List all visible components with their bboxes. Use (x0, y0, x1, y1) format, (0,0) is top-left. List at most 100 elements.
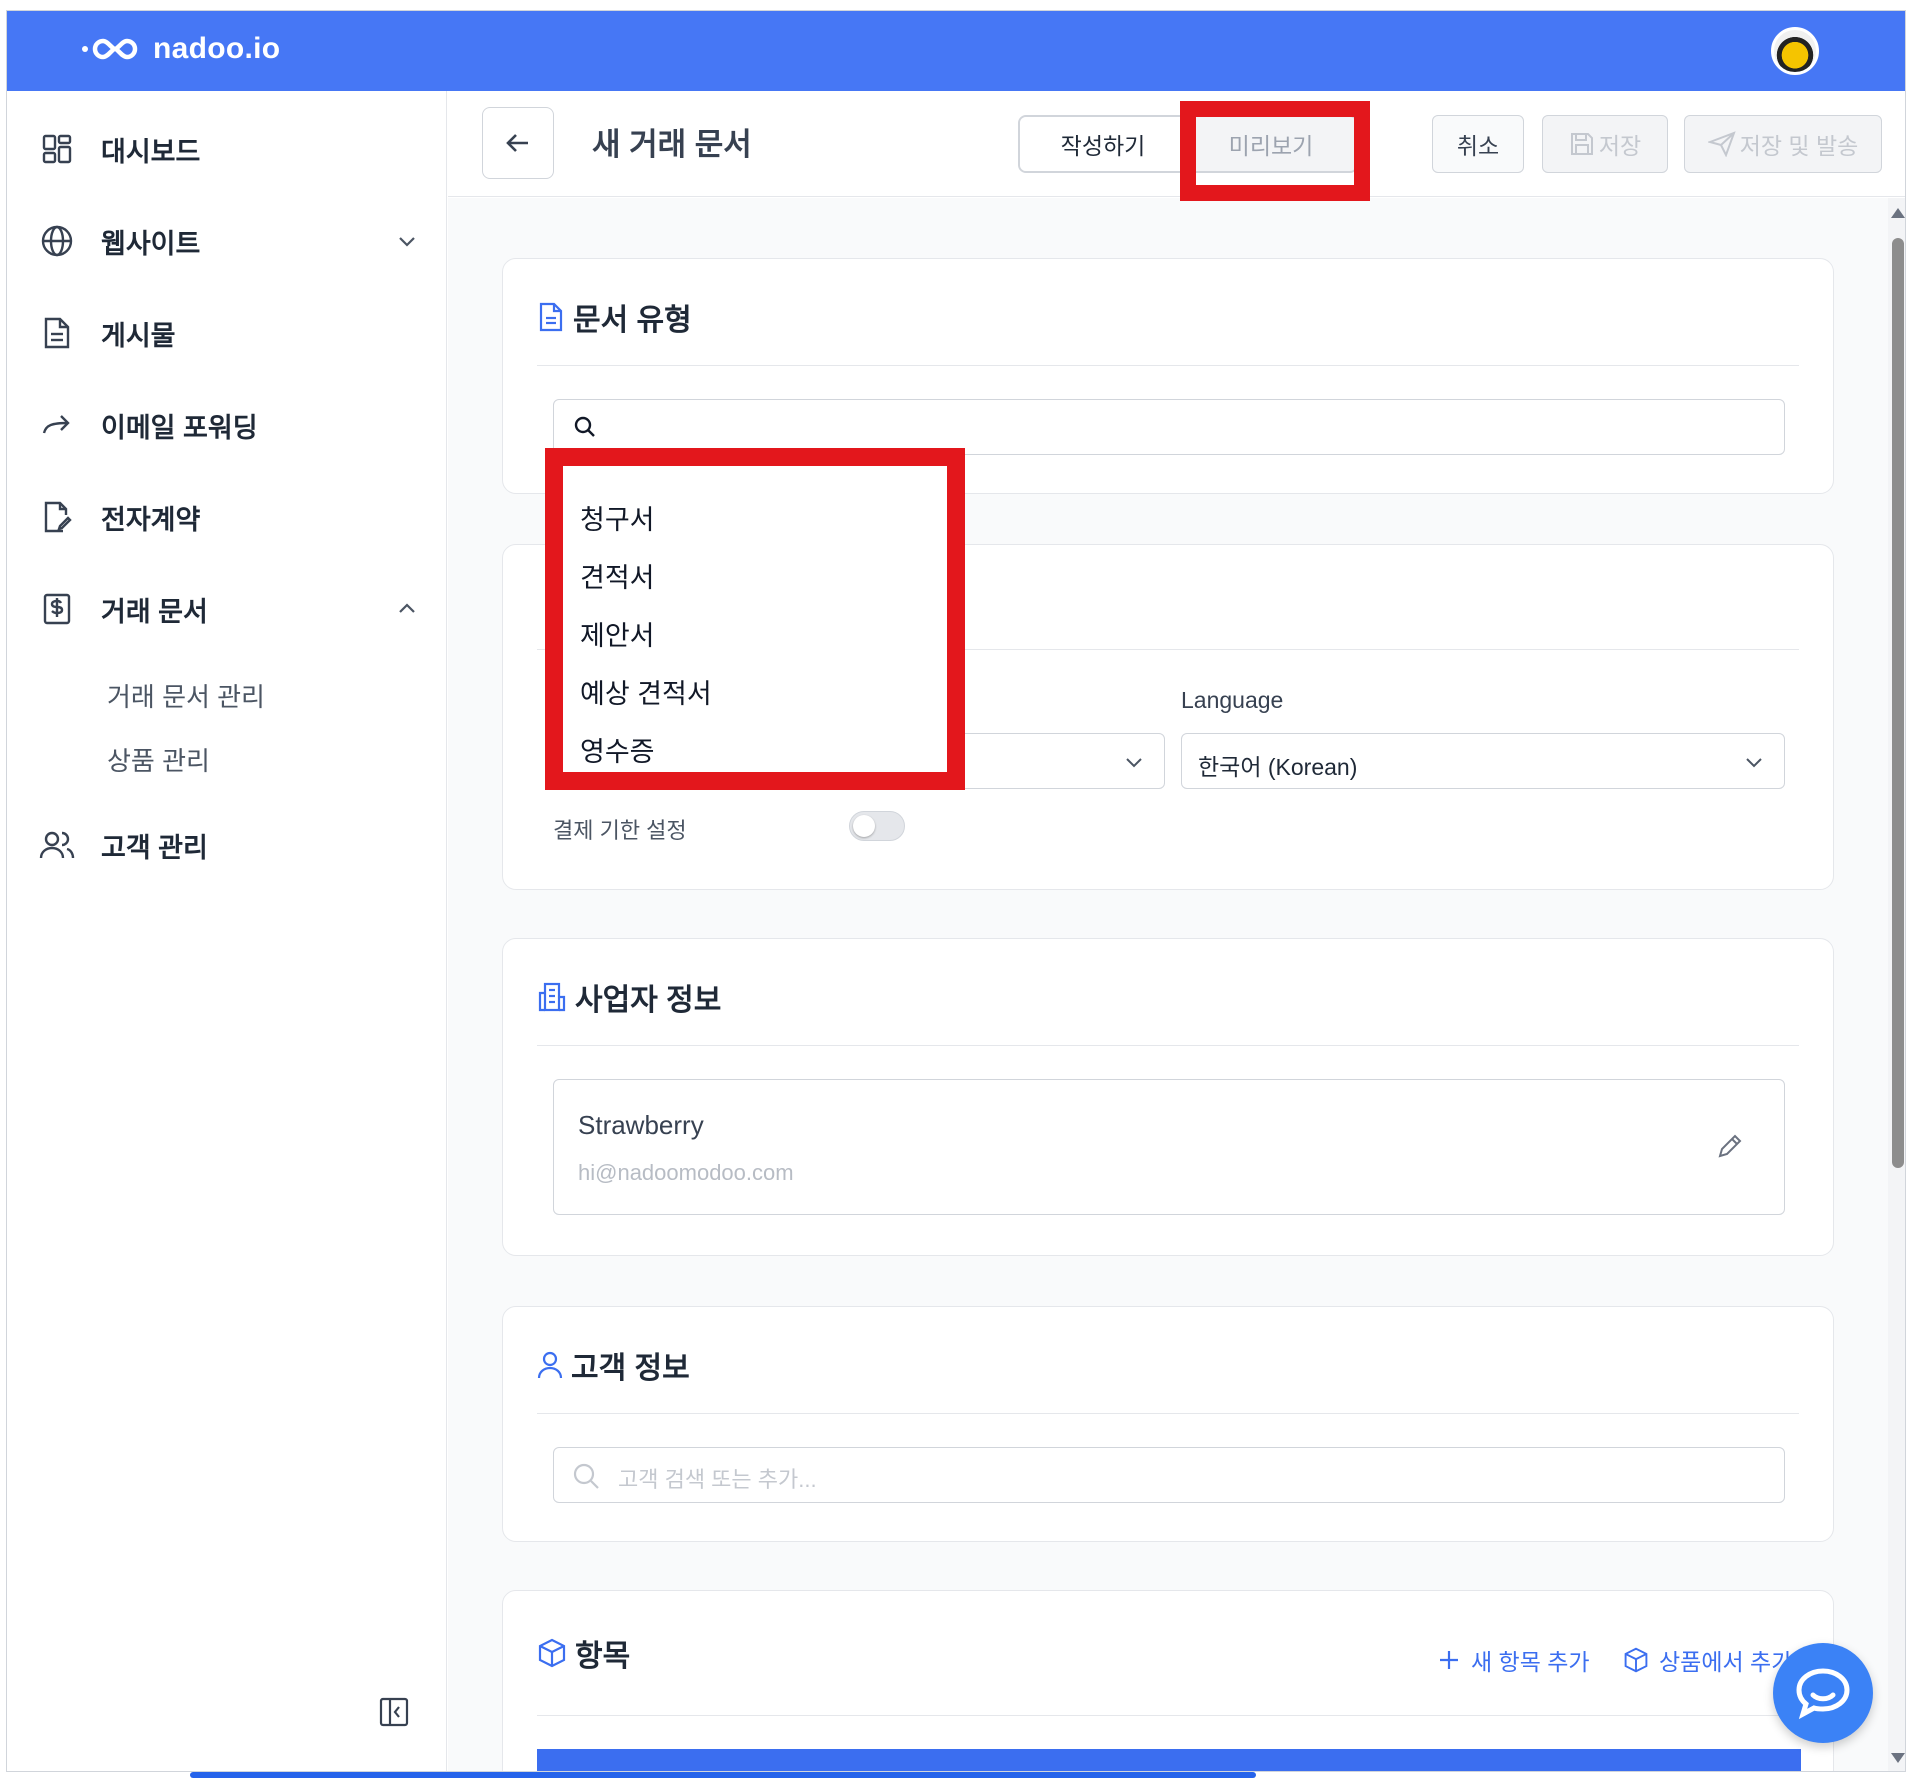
save-and-send-label: 저장 및 발송 (1739, 133, 1859, 159)
due-date-label: 결제 기한 설정 (553, 818, 687, 843)
toggle-knob (853, 815, 875, 837)
plus-icon (1440, 1651, 1458, 1669)
app-window: nadoo.io 대시보드 웹사이트 게시물 이메일 포워딩 전자계약 거래 문… (6, 10, 1906, 1772)
sidebar-item-label: 거래 문서 (101, 596, 208, 627)
language-label: Language (1181, 687, 1284, 713)
page-header: 새 거래 문서 작성하기 미리보기 취소 저장 저장 및 발송 (448, 91, 1905, 197)
top-bar: nadoo.io (7, 11, 1905, 91)
building-icon (538, 982, 566, 1012)
divider (537, 1715, 1799, 1716)
save-button[interactable]: 저장 (1542, 115, 1668, 173)
column-header-unit-price: 단가 (1349, 1767, 1389, 1771)
search-icon (574, 416, 595, 437)
items-table-header: 항목 수량 단가 금액 (537, 1749, 1801, 1771)
customer-info-title: 고객 정보 (537, 1343, 690, 1387)
globe-icon (39, 223, 75, 259)
language-select[interactable]: 한국어 (Korean) (1181, 733, 1785, 789)
business-email: hi@nadoomodoo.com (578, 1160, 794, 1185)
add-from-product-button[interactable]: 상품에서 추가 (1623, 1643, 1792, 1677)
items-title-text: 항목 (575, 1640, 631, 1673)
save-label: 저장 (1598, 133, 1642, 159)
sidebar-item-email-forwarding[interactable]: 이메일 포워딩 (39, 401, 419, 449)
scrollbar-thumb[interactable] (1892, 238, 1904, 1168)
add-new-item-label: 새 항목 추가 (1471, 1649, 1590, 1675)
sidebar-item-label: 대시보드 (101, 136, 201, 167)
sidebar-item-label: 이메일 포워딩 (101, 412, 258, 443)
page-title: 새 거래 문서 (592, 127, 752, 162)
preview-tab-highlight (1180, 101, 1370, 201)
sidebar: 대시보드 웹사이트 게시물 이메일 포워딩 전자계약 거래 문서 거래 문서 관… (7, 91, 447, 1771)
document-icon (539, 302, 563, 332)
send-paper-plane-icon (1707, 131, 1736, 157)
forward-arrow-icon (39, 407, 75, 443)
sidebar-collapse-icon[interactable] (379, 1697, 409, 1727)
logo-text: nadoo.io (153, 32, 281, 65)
customer-info-card: 고객 정보 고객 검색 또는 추가... (502, 1306, 1834, 1542)
dashboard-grid-icon (39, 131, 75, 167)
business-info-box: Strawberry hi@nadoomodoo.com (553, 1079, 1785, 1215)
pencil-edit-icon[interactable] (1716, 1132, 1744, 1160)
chat-support-button[interactable] (1773, 1643, 1873, 1743)
doc-type-title-text: 문서 유형 (573, 304, 692, 337)
contract-sign-icon (39, 499, 75, 535)
sidebar-item-website[interactable]: 웹사이트 (39, 217, 419, 265)
invoice-dollar-icon (39, 591, 75, 627)
customer-search-placeholder: 고객 검색 또는 추가... (618, 1467, 817, 1492)
sidebar-item-dashboard[interactable]: 대시보드 (39, 125, 419, 173)
save-disk-icon (1570, 133, 1593, 155)
logo[interactable]: nadoo.io (79, 31, 280, 67)
divider (537, 365, 1799, 366)
arrow-left-icon (506, 134, 528, 152)
chevron-up-icon[interactable] (395, 597, 419, 621)
sidebar-item-transaction-docs[interactable]: 거래 문서 (39, 585, 419, 633)
cancel-button[interactable]: 취소 (1432, 115, 1524, 173)
items-card: 항목 새 항목 추가 상품에서 추가 항목 수량 단가 금액 (502, 1590, 1834, 1771)
user-icon (537, 1351, 563, 1379)
doc-type-search-input[interactable] (553, 399, 1785, 455)
sidebar-item-label: 고객 관리 (101, 832, 208, 863)
chat-bubble-icon (1796, 1668, 1850, 1720)
main-scrollbar[interactable] (1888, 198, 1905, 1771)
business-info-title: 사업자 정보 (537, 975, 721, 1019)
document-icon (39, 315, 75, 351)
tab-write[interactable]: 작성하기 (1020, 117, 1186, 171)
sidebar-subitem-product-management[interactable]: 상품 관리 (107, 741, 210, 778)
sidebar-item-posts[interactable]: 게시물 (39, 309, 419, 357)
column-header-amount: 금액 (1643, 1767, 1683, 1771)
save-and-send-button[interactable]: 저장 및 발송 (1684, 115, 1882, 173)
back-button[interactable] (482, 107, 554, 179)
business-info-title-text: 사업자 정보 (575, 984, 722, 1017)
user-avatar[interactable] (1771, 27, 1819, 75)
sidebar-item-e-contract[interactable]: 전자계약 (39, 493, 419, 541)
doc-type-title: 문서 유형 (537, 295, 692, 339)
due-date-toggle[interactable] (849, 811, 905, 841)
business-info-card: 사업자 정보 Strawberry hi@nadoomodoo.com (502, 938, 1834, 1256)
divider (537, 1045, 1799, 1046)
package-box-icon (538, 1638, 566, 1668)
chevron-down-icon[interactable] (395, 229, 419, 253)
chevron-down-icon (1126, 758, 1142, 768)
scroll-down-arrow-icon[interactable] (1891, 1753, 1905, 1763)
sidebar-item-customers[interactable]: 고객 관리 (39, 821, 419, 869)
chevron-down-icon (1746, 758, 1762, 768)
sidebar-item-label: 게시물 (101, 320, 176, 351)
add-new-item-button[interactable]: 새 항목 추가 (1437, 1643, 1590, 1677)
sidebar-subitem-doc-management[interactable]: 거래 문서 관리 (107, 677, 265, 714)
sidebar-item-label: 웹사이트 (101, 228, 201, 259)
divider (537, 1413, 1799, 1414)
users-icon (39, 827, 75, 863)
search-icon (573, 1463, 599, 1489)
package-box-icon (1624, 1647, 1648, 1673)
main-content: 문서 유형 Language 한국어 (Korean) 결제 기한 설정 사업자… (448, 198, 1888, 1771)
taskbar-indicator (190, 1772, 1256, 1778)
customer-info-title-text: 고객 정보 (571, 1352, 690, 1385)
add-from-product-label: 상품에서 추가 (1659, 1649, 1793, 1675)
sidebar-item-label: 전자계약 (101, 504, 201, 535)
customer-search-input[interactable]: 고객 검색 또는 추가... (553, 1447, 1785, 1503)
logo-infinity-icon (82, 38, 138, 60)
scroll-up-arrow-icon[interactable] (1891, 208, 1905, 218)
items-title: 항목 (537, 1631, 630, 1675)
language-value: 한국어 (Korean) (1198, 754, 1358, 780)
dropdown-highlight (545, 448, 965, 790)
cancel-label: 취소 (1456, 133, 1500, 159)
